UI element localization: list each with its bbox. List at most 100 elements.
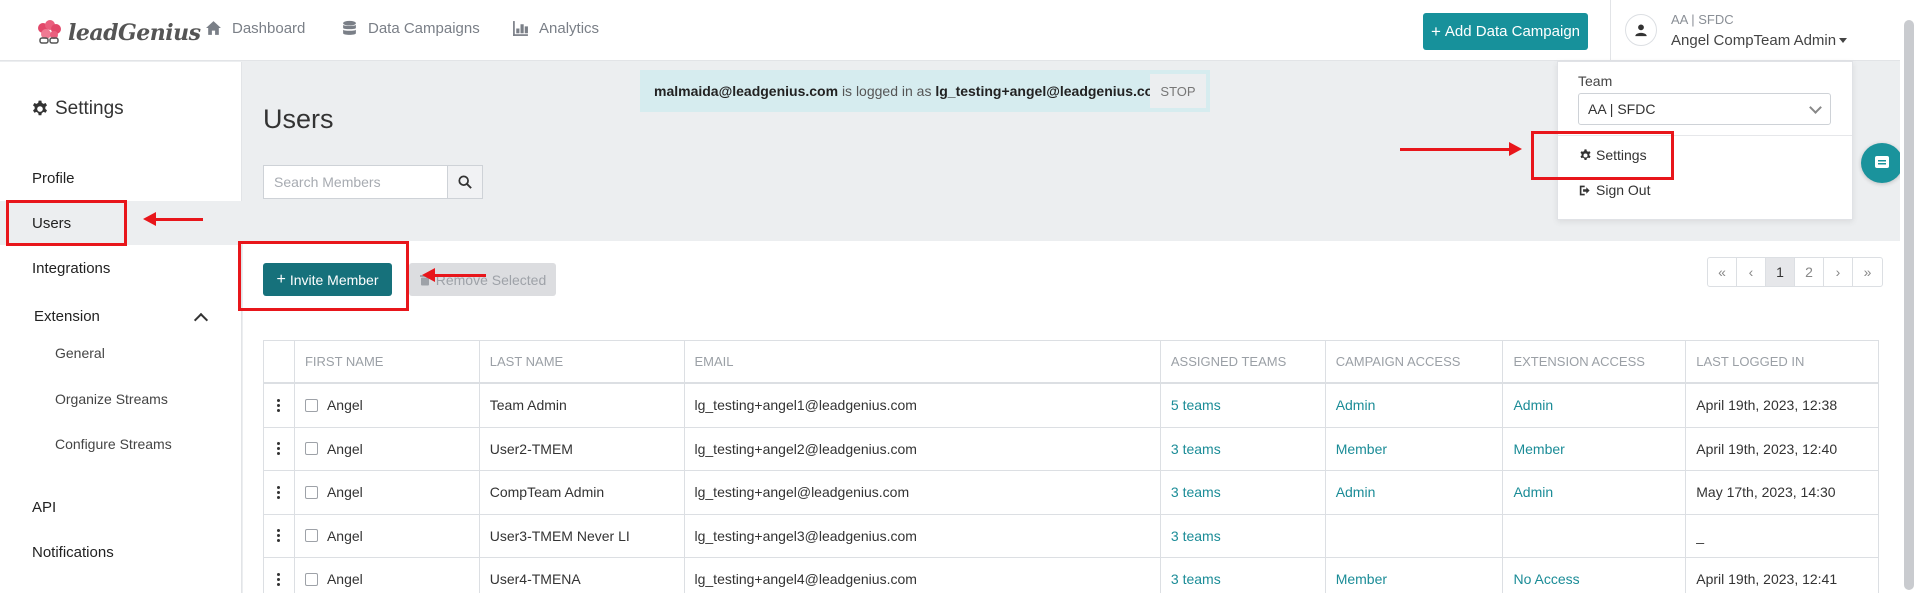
team-select-label: Team bbox=[1578, 73, 1613, 89]
extension-access-link[interactable]: Member bbox=[1503, 427, 1687, 470]
column-header-last-name[interactable]: Last Name bbox=[480, 341, 685, 382]
campaign-access-link[interactable]: Admin bbox=[1326, 471, 1504, 514]
sidebar-item-label: Notifications bbox=[32, 543, 114, 561]
assigned-teams-link[interactable]: 3 teams bbox=[1161, 558, 1326, 593]
sidebar-title-text: Settings bbox=[55, 98, 124, 119]
sidebar-item-api[interactable]: API bbox=[0, 485, 242, 529]
sidebar-subitem-general[interactable]: General bbox=[55, 345, 105, 361]
assigned-teams-link[interactable]: 5 teams bbox=[1161, 384, 1326, 427]
email-cell: lg_testing+angel4@leadgenius.com bbox=[685, 558, 1161, 593]
search-icon bbox=[458, 175, 472, 189]
last-logged-in-cell: April 19th, 2023, 12:40 bbox=[1696, 440, 1838, 457]
sidebar-item-extension[interactable]: Extension bbox=[0, 294, 242, 338]
extension-access-link[interactable]: No Access bbox=[1503, 558, 1687, 593]
page-2-button[interactable]: 2 bbox=[1795, 258, 1824, 286]
nav-analytics-label: Analytics bbox=[539, 20, 600, 37]
extension-access-link[interactable] bbox=[1503, 514, 1687, 557]
row-checkbox[interactable] bbox=[304, 442, 318, 456]
table-row: Angel User3-TMEM Never LI lg_testing+ang… bbox=[264, 514, 1878, 558]
sign-out-menu-item[interactable]: Sign Out bbox=[1579, 182, 1650, 198]
email-cell: lg_testing+angel@leadgenius.com bbox=[685, 471, 1161, 514]
pagination: « ‹ 1 2 › » bbox=[1707, 257, 1883, 287]
table-row: Angel User4-TMENA lg_testing+angel4@lead… bbox=[264, 558, 1878, 593]
add-data-campaign-button[interactable]: + Add Data Campaign bbox=[1423, 13, 1588, 50]
column-header-extension-access[interactable]: Extension Access bbox=[1503, 341, 1687, 382]
annotation-highlight-settings bbox=[1531, 131, 1674, 180]
sidebar-subitem-organize-streams[interactable]: Organize Streams bbox=[55, 391, 168, 407]
page-prev-button[interactable]: ‹ bbox=[1737, 258, 1766, 286]
kebab-menu-icon bbox=[277, 398, 281, 412]
avatar bbox=[1625, 14, 1657, 46]
email-cell: lg_testing+angel3@leadgenius.com bbox=[685, 514, 1161, 557]
sign-out-icon bbox=[1579, 185, 1590, 195]
search-button[interactable] bbox=[447, 165, 483, 199]
brain-logo-icon bbox=[38, 20, 61, 44]
page-scrollbar-thumb[interactable] bbox=[1904, 20, 1914, 590]
row-menu-button[interactable] bbox=[264, 384, 295, 427]
sidebar-title: Settings bbox=[31, 98, 124, 120]
annotation-arrow-settings bbox=[1400, 142, 1522, 156]
column-header-email[interactable]: Email bbox=[685, 341, 1161, 382]
gear-icon bbox=[33, 100, 47, 116]
column-header-assigned-teams[interactable]: Assigned Teams bbox=[1161, 341, 1326, 382]
last-logged-in-cell: April 19th, 2023, 12:41 bbox=[1696, 571, 1838, 588]
sidebar-item-label: Profile bbox=[32, 169, 75, 187]
first-name: Angel bbox=[326, 571, 363, 588]
extension-access-link[interactable]: Admin bbox=[1503, 384, 1687, 427]
nav-analytics[interactable]: Analytics bbox=[512, 20, 599, 37]
campaign-access-link[interactable]: Member bbox=[1326, 558, 1504, 593]
row-menu-button[interactable] bbox=[264, 427, 295, 470]
assigned-teams-link[interactable]: 3 teams bbox=[1161, 427, 1326, 470]
table-header-row: First Name Last Name Email Assigned Team… bbox=[264, 341, 1878, 384]
email-cell: lg_testing+angel1@leadgenius.com bbox=[685, 384, 1161, 427]
sidebar-subitem-configure-streams[interactable]: Configure Streams bbox=[55, 436, 172, 452]
user-name: Angel CompTeam Admin bbox=[1671, 32, 1837, 49]
page-last-button[interactable]: » bbox=[1853, 258, 1882, 286]
page-next-button[interactable]: › bbox=[1824, 258, 1853, 286]
search-input[interactable] bbox=[263, 165, 447, 199]
impersonation-banner: malmaida@leadgenius.com is logged in as … bbox=[640, 70, 1210, 112]
users-table: First Name Last Name Email Assigned Team… bbox=[263, 340, 1879, 593]
column-header-last-logged-in[interactable]: Last Logged In bbox=[1686, 341, 1878, 382]
row-menu-button[interactable] bbox=[264, 471, 295, 514]
page-first-button[interactable]: « bbox=[1708, 258, 1737, 286]
row-menu-button[interactable] bbox=[264, 558, 295, 593]
sidebar-item-profile[interactable]: Profile bbox=[0, 156, 242, 200]
annotation-highlight-invite bbox=[238, 241, 409, 311]
chat-widget-button[interactable] bbox=[1861, 143, 1903, 183]
last-logged-in-cell: April 19th, 2023, 12:38 bbox=[1696, 397, 1838, 414]
campaign-access-link[interactable]: Admin bbox=[1326, 384, 1504, 427]
assigned-teams-link[interactable]: 3 teams bbox=[1161, 471, 1326, 514]
row-checkbox[interactable] bbox=[304, 398, 318, 412]
nav-dashboard[interactable]: Dashboard bbox=[205, 20, 305, 37]
sidebar-item-label: Extension bbox=[34, 307, 100, 325]
add-data-campaign-label: Add Data Campaign bbox=[1444, 23, 1581, 40]
column-header-campaign-access[interactable]: Campaign Access bbox=[1326, 341, 1504, 382]
campaign-access-link[interactable] bbox=[1326, 514, 1504, 557]
page-1-button[interactable]: 1 bbox=[1766, 258, 1795, 286]
row-checkbox[interactable] bbox=[304, 572, 318, 586]
annotation-arrow-invite bbox=[422, 268, 486, 282]
user-menu-toggle[interactable]: AA | SFDC Angel CompTeam Admin bbox=[1610, 0, 1900, 61]
user-team-name: AA | SFDC bbox=[1671, 12, 1734, 27]
sidebar-item-integrations[interactable]: Integrations bbox=[0, 246, 242, 290]
column-header-first-name[interactable]: First Name bbox=[295, 341, 480, 382]
sidebar-item-notifications[interactable]: Notifications bbox=[0, 530, 242, 574]
leadgenius-logo[interactable]: leadGenius bbox=[34, 18, 201, 48]
extension-access-link[interactable]: Admin bbox=[1503, 471, 1687, 514]
logo-text: leadGenius bbox=[68, 20, 201, 46]
nav-data-campaigns[interactable]: Data Campaigns bbox=[341, 20, 480, 37]
banner-text: is logged in as bbox=[841, 83, 932, 99]
team-select-value: AA | SFDC bbox=[1588, 101, 1656, 117]
campaign-access-link[interactable]: Member bbox=[1326, 427, 1504, 470]
sidebar-item-label: Integrations bbox=[32, 259, 111, 277]
team-select[interactable]: AA | SFDC bbox=[1578, 93, 1831, 125]
row-checkbox[interactable] bbox=[304, 485, 318, 499]
row-menu-button[interactable] bbox=[264, 514, 295, 557]
assigned-teams-link[interactable]: 3 teams bbox=[1161, 514, 1326, 557]
first-name-cell: Angel bbox=[295, 514, 480, 557]
kebab-menu-icon bbox=[277, 442, 281, 456]
table-row: Angel CompTeam Admin lg_testing+angel@le… bbox=[264, 471, 1878, 515]
row-checkbox[interactable] bbox=[304, 529, 318, 543]
stop-impersonation-button[interactable]: STOP bbox=[1150, 74, 1206, 108]
